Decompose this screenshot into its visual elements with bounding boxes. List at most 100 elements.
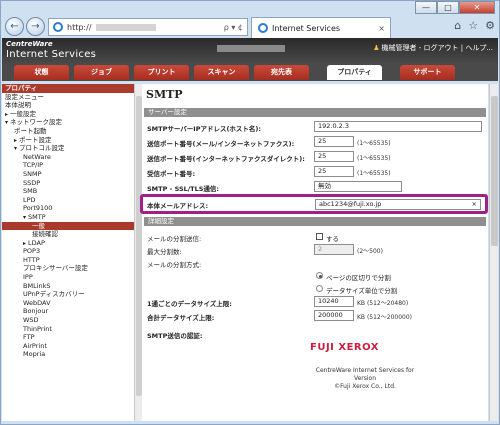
port-direct-input[interactable]: 25: [314, 151, 354, 162]
star-icon[interactable]: ☆: [468, 19, 478, 32]
sidebar-item[interactable]: BMLinkS: [2, 282, 134, 291]
brand-subtitle: Internet Services: [6, 49, 97, 60]
sidebar-item[interactable]: IPP: [2, 273, 134, 282]
sidebar-item[interactable]: ▸ ポート設定: [2, 136, 134, 145]
split-checkbox[interactable]: [316, 233, 323, 240]
sidebar-scrollbar[interactable]: [134, 84, 142, 421]
expand-arrow-icon[interactable]: ▸: [23, 240, 26, 247]
window-controls: — □ ✕: [415, 1, 495, 14]
radio-split-page[interactable]: [316, 272, 323, 279]
tab-3[interactable]: スキャン: [194, 65, 249, 80]
sidebar-item[interactable]: SNMP: [2, 170, 134, 179]
tab-6[interactable]: サポート: [400, 65, 455, 80]
row-max-split: 最大分割数: 2 (2〜500): [146, 244, 486, 257]
expand-arrow-icon[interactable]: ▸: [14, 137, 17, 144]
brand-name: CentreWare: [6, 40, 53, 48]
ssl-select[interactable]: 無効: [314, 181, 402, 192]
row-option-data: データサイズ単位で分割: [146, 283, 486, 296]
sidebar-item[interactable]: FTP: [2, 333, 134, 342]
sidebar-item-label: AirPrint: [23, 341, 47, 350]
sidebar-item[interactable]: ▾ プロトコル設定: [2, 144, 134, 153]
tab-close-icon[interactable]: ×: [378, 24, 385, 33]
max-split-input[interactable]: 2: [314, 244, 354, 255]
close-button[interactable]: ✕: [459, 1, 495, 14]
sidebar-item-label: FTP: [23, 333, 35, 342]
sidebar-item[interactable]: ▾ SMTP: [2, 213, 134, 222]
sidebar-item[interactable]: WebDAV: [2, 299, 134, 308]
sidebar-item-label: BMLinkS: [23, 281, 51, 290]
label-total-size: 合計データサイズ上限:: [147, 314, 215, 322]
sidebar-item[interactable]: AirPrint: [2, 342, 134, 351]
minimize-button[interactable]: —: [415, 1, 437, 14]
sidebar-item-label: プロトコル設定: [19, 144, 65, 153]
sidebar-item[interactable]: Mopria: [2, 350, 134, 359]
ie-icon: [258, 23, 268, 33]
row-port-fax: 送信ポート番号(メール/インターネットファクス): 25 (1〜65535): [146, 136, 486, 149]
sidebar-item[interactable]: ▸ LDAP: [2, 239, 134, 248]
maximize-button[interactable]: □: [437, 1, 459, 14]
sidebar-item-label: WebDAV: [23, 298, 51, 307]
browser-tab[interactable]: Internet Services ×: [251, 17, 391, 38]
sidebar-item[interactable]: 一般: [2, 221, 134, 231]
sidebar-item[interactable]: TCP/IP: [2, 161, 134, 170]
host-redacted: [217, 45, 285, 52]
sidebar-item[interactable]: SMB: [2, 187, 134, 196]
sidebar-item[interactable]: 接続確認: [2, 230, 134, 239]
row-port-direct: 送信ポート番号(インターネットファクスダイレクト): 25 (1〜65535): [146, 151, 486, 164]
tab-1[interactable]: ジョブ: [74, 65, 129, 80]
sidebar-item[interactable]: ThinPrint: [2, 325, 134, 334]
expand-arrow-icon[interactable]: ▾: [14, 145, 17, 152]
port-receive-input[interactable]: 25: [314, 166, 354, 177]
sidebar-item[interactable]: SSDP: [2, 179, 134, 188]
expand-arrow-icon[interactable]: ▾: [5, 119, 8, 126]
radio-split-data[interactable]: [316, 285, 323, 292]
sidebar-item[interactable]: ▾ ネットワーク設定: [2, 118, 134, 127]
user-info[interactable]: ♟ 機械管理者 - ログアウト | ヘルプ...: [373, 43, 493, 53]
label-split: メールの分割送信:: [147, 235, 202, 243]
tab-5[interactable]: プロパティ: [327, 65, 382, 80]
label-port-direct: 送信ポート番号(インターネットファクスダイレクト):: [147, 155, 305, 163]
sidebar-item[interactable]: ポート起動: [2, 127, 134, 136]
clear-icon[interactable]: ×: [472, 200, 477, 209]
address-bar[interactable]: http:// ρ ▾ ¢: [48, 18, 248, 36]
tab-title: Internet Services: [272, 23, 341, 33]
sidebar-item-label: LPD: [23, 195, 36, 204]
device-email-input[interactable]: abc1234@fuji.xo.jp ×: [315, 199, 481, 210]
address-controls[interactable]: ρ ▾ ¢: [224, 23, 243, 32]
sidebar-item[interactable]: プロキシサーバー設定: [2, 264, 134, 273]
sidebar-item-label: ポート起動: [14, 126, 47, 135]
gear-icon[interactable]: ⚙: [485, 19, 495, 32]
fuji-xerox-logo: FUJI XEROX: [310, 342, 379, 353]
forward-button[interactable]: →: [26, 17, 45, 36]
hint-per-mail-size: KB (512〜20480): [357, 300, 409, 307]
row-per-mail-size: 1通ごとのデータサイズ上限: 10240 KB (512〜20480): [146, 296, 486, 309]
sidebar-item[interactable]: 設定メニュー: [2, 93, 134, 102]
toolbar-icons: ⌂ ☆ ⚙: [454, 19, 495, 32]
sidebar-item[interactable]: Bonjour: [2, 307, 134, 316]
row-split-method: メールの分割方式:: [146, 257, 486, 270]
content-scrollbar[interactable]: [489, 84, 498, 421]
label-per-mail-size: 1通ごとのデータサイズ上限:: [147, 300, 232, 308]
sidebar-item[interactable]: POP3: [2, 247, 134, 256]
per-mail-size-input[interactable]: 10240: [314, 296, 354, 307]
expand-arrow-icon[interactable]: ▸: [5, 111, 8, 118]
total-size-input[interactable]: 200000: [314, 310, 354, 321]
tab-2[interactable]: プリント: [134, 65, 189, 80]
port-fax-input[interactable]: 25: [314, 136, 354, 147]
row-server-address: SMTPサーバーIPアドレス(ホスト名): 192.0.2.3: [146, 121, 486, 134]
label-option-data: データサイズ単位で分割: [326, 287, 398, 295]
sidebar-item-label: TCP/IP: [23, 161, 44, 170]
sidebar-item[interactable]: 本体説明: [2, 101, 134, 110]
tab-4[interactable]: 宛先表: [254, 65, 309, 80]
sidebar-item[interactable]: Port9100: [2, 204, 134, 213]
sidebar-item[interactable]: LPD: [2, 196, 134, 205]
sidebar-item[interactable]: WSD: [2, 316, 134, 325]
home-icon[interactable]: ⌂: [454, 19, 461, 32]
server-address-input[interactable]: 192.0.2.3: [314, 121, 482, 132]
sidebar-item[interactable]: NetWare: [2, 153, 134, 162]
expand-arrow-icon[interactable]: ▾: [23, 214, 26, 221]
tab-0[interactable]: 状態: [14, 65, 69, 80]
sidebar-item-label: 一般設定: [10, 109, 37, 118]
sidebar-item[interactable]: UPnPディスカバリー: [2, 290, 134, 299]
back-button[interactable]: ←: [5, 17, 24, 36]
